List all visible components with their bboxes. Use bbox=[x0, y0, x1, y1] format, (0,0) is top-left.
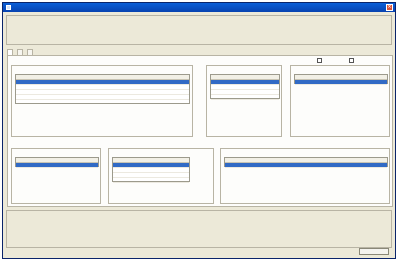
table-row[interactable] bbox=[225, 163, 387, 168]
tab-panel bbox=[7, 55, 393, 207]
cancel-button[interactable] bbox=[359, 248, 389, 255]
bottom-right-panel bbox=[220, 148, 390, 204]
bottom-mid-panel bbox=[108, 148, 214, 204]
summary-section bbox=[6, 15, 392, 45]
bottom-left-grid bbox=[15, 157, 99, 168]
table-row[interactable] bbox=[16, 95, 189, 100]
close-button[interactable]: × bbox=[386, 4, 393, 11]
top-left-grid bbox=[15, 74, 190, 104]
top-mid-grid bbox=[210, 74, 280, 100]
table-row[interactable] bbox=[295, 80, 387, 85]
detail-checkbox[interactable] bbox=[317, 58, 322, 63]
bottom-mid-grid bbox=[112, 157, 190, 183]
window-icon bbox=[6, 5, 11, 10]
top-left-panel bbox=[11, 65, 193, 137]
percentage-checkbox[interactable] bbox=[349, 58, 354, 63]
title-bar[interactable]: × bbox=[3, 3, 395, 12]
top-right-grid bbox=[294, 74, 388, 85]
optimization-summary-window: × bbox=[2, 2, 396, 259]
table-row[interactable] bbox=[211, 95, 279, 100]
top-right-panel bbox=[290, 65, 390, 137]
table-row[interactable] bbox=[113, 178, 189, 183]
footer-section bbox=[6, 210, 392, 248]
top-mid-panel bbox=[206, 65, 282, 137]
table-row[interactable] bbox=[16, 163, 98, 168]
bottom-left-panel bbox=[11, 148, 101, 204]
bottom-right-grid bbox=[224, 157, 388, 168]
